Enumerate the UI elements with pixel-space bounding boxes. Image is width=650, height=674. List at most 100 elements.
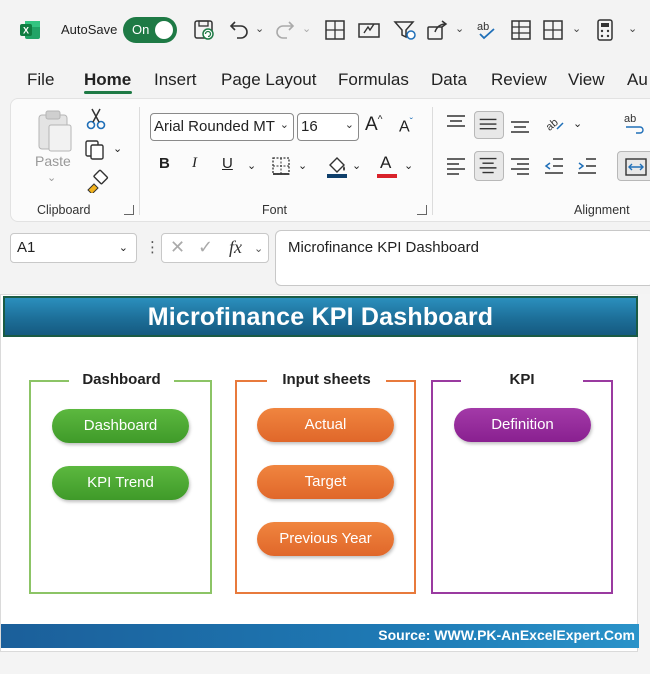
ribbon: Paste ⌄ ⌄ Clipboard Arial Rounded MT ⌄ 1… (10, 98, 650, 222)
font-color-letter: A (380, 153, 392, 172)
panel-title-dashboard: Dashboard (82, 371, 161, 388)
dashboard-button[interactable]: Dashboard (52, 409, 189, 443)
kpi-trend-button[interactable]: KPI Trend (52, 466, 189, 500)
more-dropdown-icon[interactable]: ⌄ (628, 22, 637, 35)
merge-icon[interactable] (617, 151, 650, 181)
align-middle-icon[interactable] (474, 111, 504, 139)
font-name-select[interactable]: Arial Rounded MT ⌄ (150, 113, 294, 141)
font-size-value: 16 (301, 118, 318, 135)
toggle-knob (155, 21, 173, 39)
tab-view[interactable]: View (568, 70, 605, 90)
autosave-state: On (132, 22, 150, 37)
chevron-down-icon: ⌄ (344, 119, 354, 131)
font-color-icon[interactable]: A (375, 153, 399, 179)
tab-automate[interactable]: Au (627, 70, 648, 90)
underline-button[interactable]: U (222, 155, 233, 172)
tab-home[interactable]: Home (84, 70, 131, 90)
separator (432, 107, 433, 215)
align-top-icon[interactable] (445, 113, 467, 135)
worksheet: Microfinance KPI Dashboard Dashboard Das… (0, 294, 650, 674)
panel-border (431, 380, 461, 382)
tab-file[interactable]: File (27, 70, 54, 90)
increase-font-icon[interactable]: A^ (365, 114, 382, 136)
table-icon[interactable] (508, 17, 534, 43)
panel-border (235, 380, 267, 382)
grid-icon[interactable] (540, 17, 566, 43)
clipboard-group-label: Clipboard (37, 203, 91, 217)
insert-function-icon[interactable]: fx (229, 237, 242, 258)
copy-icon[interactable] (83, 137, 107, 161)
autosave-toggle[interactable]: On (123, 17, 177, 43)
align-center-icon[interactable] (474, 151, 504, 181)
formula-controls: ✕ ✓ fx ⌄ (161, 233, 269, 263)
dashboard-canvas: Microfinance KPI Dashboard Dashboard Das… (0, 294, 639, 652)
border-dropdown-icon[interactable]: ⌄ (298, 159, 307, 172)
redo-dropdown-icon: ⌄ (302, 23, 312, 35)
filter-icon[interactable] (392, 17, 418, 43)
format-painter-icon[interactable] (85, 169, 109, 195)
share-icon[interactable] (424, 17, 450, 43)
bold-button[interactable]: B (159, 155, 170, 172)
chevron-down-icon[interactable]: ⌄ (254, 242, 263, 255)
copy-dropdown-icon[interactable]: ⌄ (113, 142, 122, 155)
cut-icon[interactable] (85, 107, 107, 131)
actual-button[interactable]: Actual (257, 408, 394, 442)
decrease-indent-icon[interactable] (543, 155, 565, 177)
title-bar: X AutoSave On ⌄ ⌄ ⌄ ab ⌄ ⌄ (0, 0, 650, 60)
align-bottom-icon[interactable] (509, 113, 531, 135)
paste-icon[interactable] (35, 109, 75, 153)
save-icon[interactable] (191, 17, 217, 43)
redo-icon (273, 17, 299, 43)
align-right-icon[interactable] (509, 155, 531, 177)
fill-color-icon[interactable] (325, 153, 349, 179)
panel-title-input-sheets: Input sheets (282, 371, 371, 388)
cancel-icon[interactable]: ✕ (170, 237, 185, 258)
orientation-dropdown-icon[interactable]: ⌄ (573, 117, 582, 130)
undo-dropdown-icon[interactable]: ⌄ (255, 22, 264, 35)
border-icon[interactable] (270, 155, 292, 177)
chevron-down-icon: ⌄ (279, 119, 289, 131)
font-launcher-icon[interactable] (417, 205, 427, 215)
name-box-value: A1 (17, 239, 36, 256)
panel-title-kpi: KPI (509, 371, 535, 388)
form-icon[interactable] (356, 17, 382, 43)
chevron-down-icon: ⌄ (118, 242, 128, 254)
more-options-icon[interactable]: ⋮ (145, 238, 160, 256)
clipboard-launcher-icon[interactable] (124, 205, 134, 215)
decrease-font-icon[interactable]: Aˇ (399, 117, 413, 136)
panel-border (386, 380, 416, 382)
paste-dropdown-icon[interactable]: ⌄ (47, 171, 56, 184)
share-dropdown-icon[interactable]: ⌄ (455, 22, 464, 35)
wrap-text-icon[interactable]: ab (623, 111, 649, 137)
font-color-dropdown-icon[interactable]: ⌄ (404, 159, 413, 172)
excel-logo-icon: X (19, 19, 41, 41)
target-button[interactable]: Target (257, 465, 394, 499)
tab-review[interactable]: Review (491, 70, 547, 90)
previous-year-button[interactable]: Previous Year (257, 522, 394, 556)
orientation-icon[interactable]: ab (543, 111, 567, 135)
font-size-select[interactable]: 16 ⌄ (297, 113, 359, 141)
fill-color-dropdown-icon[interactable]: ⌄ (352, 159, 361, 172)
increase-indent-icon[interactable] (576, 155, 598, 177)
font-color-swatch (377, 174, 397, 178)
tab-page-layout[interactable]: Page Layout (221, 70, 316, 90)
italic-button[interactable]: I (192, 155, 197, 172)
align-left-icon[interactable] (445, 155, 467, 177)
calculator-icon[interactable] (592, 17, 618, 43)
formula-value: Microfinance KPI Dashboard (288, 239, 479, 256)
underline-dropdown-icon[interactable]: ⌄ (247, 159, 256, 172)
paste-label[interactable]: Paste (35, 153, 71, 169)
tab-data[interactable]: Data (431, 70, 467, 90)
enter-icon[interactable]: ✓ (198, 237, 213, 258)
font-group-label: Font (262, 203, 288, 217)
definition-button[interactable]: Definition (454, 408, 591, 442)
undo-icon[interactable] (225, 17, 251, 43)
active-tab-indicator (84, 91, 132, 94)
tab-insert[interactable]: Insert (154, 70, 197, 90)
spelling-icon[interactable]: ab (474, 17, 500, 43)
name-box[interactable]: A1 ⌄ (10, 233, 137, 263)
grid-dropdown-icon[interactable]: ⌄ (572, 22, 581, 35)
formula-input[interactable]: Microfinance KPI Dashboard (275, 230, 650, 286)
borders-icon[interactable] (322, 17, 348, 43)
tab-formulas[interactable]: Formulas (338, 70, 409, 90)
